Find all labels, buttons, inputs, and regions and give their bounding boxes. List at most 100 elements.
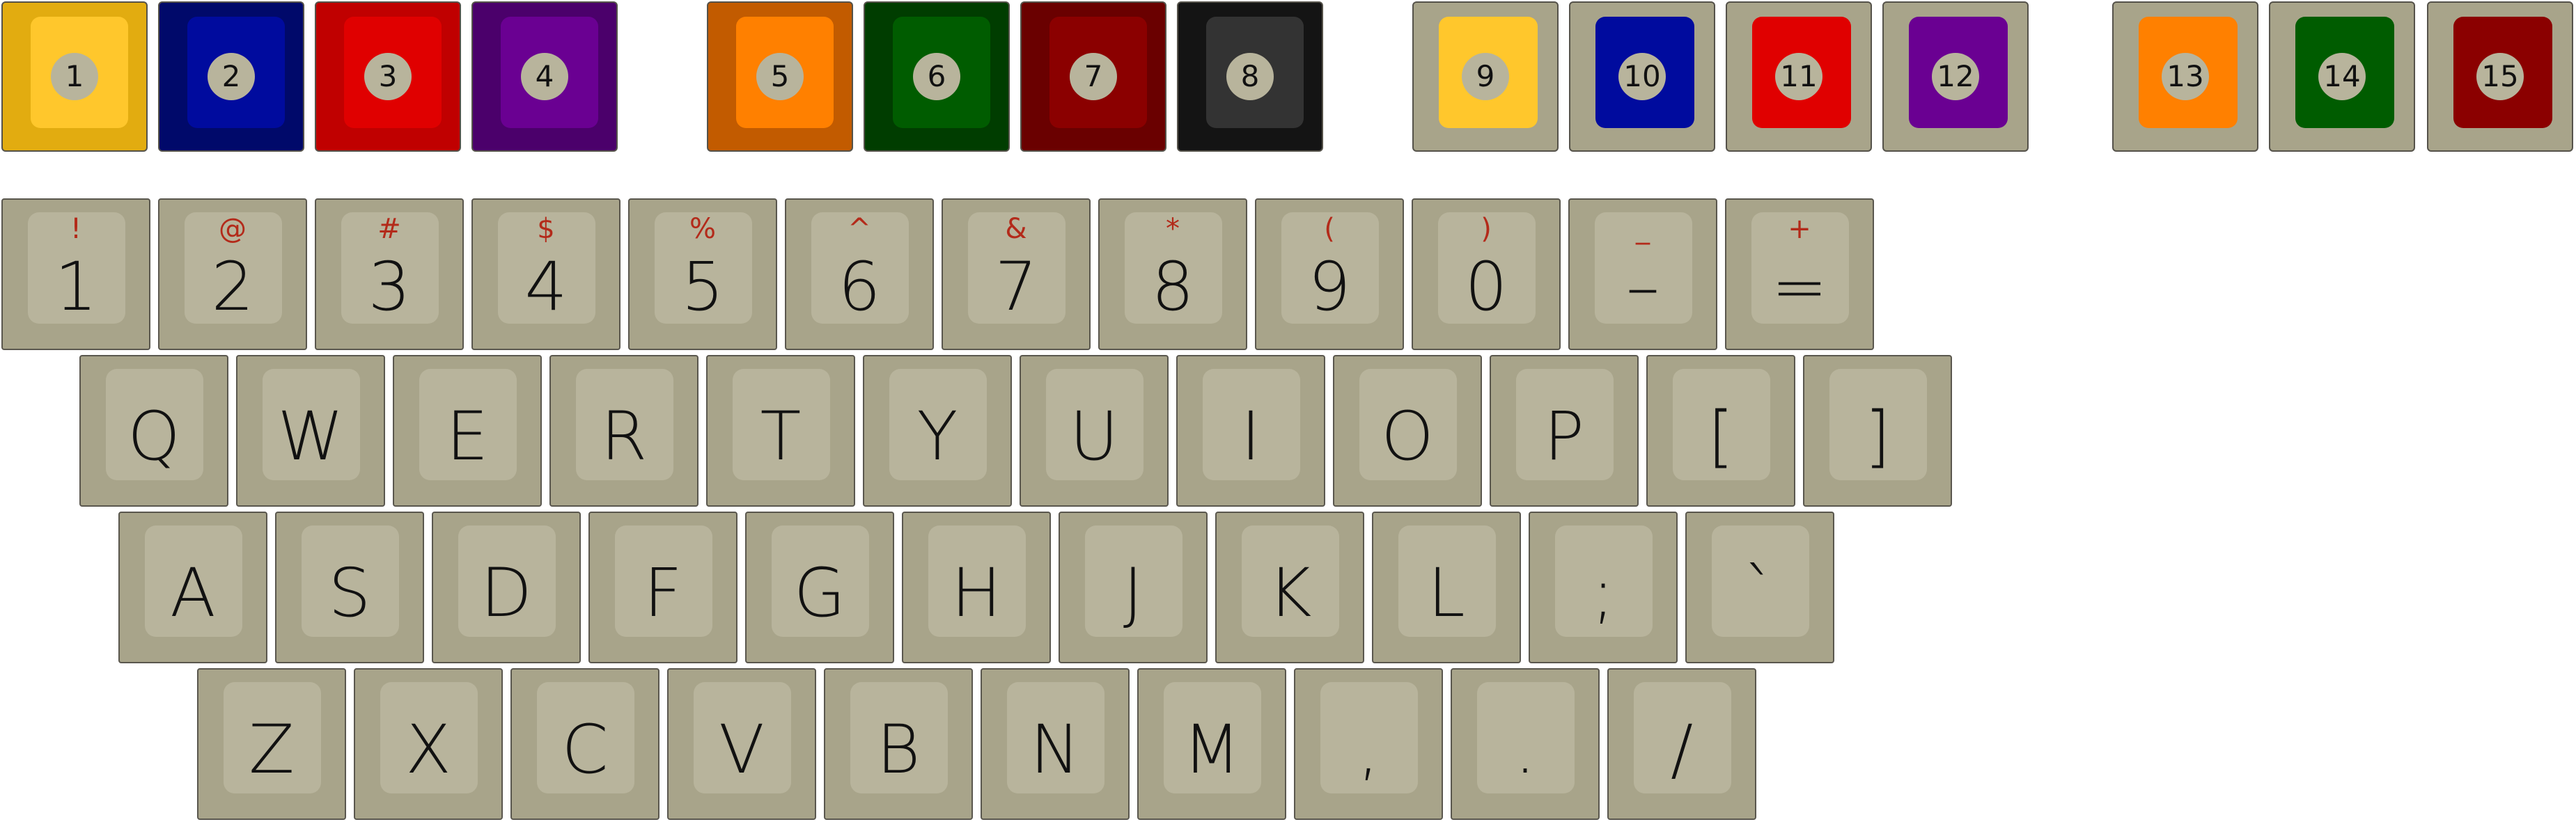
ball-key-10[interactable]: 10 <box>1569 1 1715 152</box>
key-7[interactable]: & 7 <box>942 198 1091 350</box>
ball-number: 2 <box>208 53 255 100</box>
ball-key-11[interactable]: 11 <box>1726 1 1872 152</box>
key-left-bracket[interactable]: [ <box>1646 355 1795 507</box>
key-o[interactable]: O <box>1333 355 1482 507</box>
key-j[interactable]: J <box>1059 512 1208 663</box>
key-6[interactable]: ^ 6 <box>785 198 934 350</box>
key-semicolon[interactable]: ; <box>1529 512 1678 663</box>
ball-key-15[interactable]: 15 <box>2427 1 2573 152</box>
key-legend: O <box>1381 397 1434 475</box>
shift-legend: ^ <box>848 213 871 245</box>
ball-key-9[interactable]: 9 <box>1412 1 1559 152</box>
shift-legend: ! <box>70 213 82 245</box>
ball-key-4[interactable]: 4 <box>471 1 618 152</box>
ball-number: 8 <box>1226 53 1274 100</box>
key-legend: , <box>1357 711 1380 789</box>
key-u[interactable]: U <box>1020 355 1169 507</box>
key-legend: Z <box>249 711 295 789</box>
key-equals[interactable]: + = <box>1725 198 1874 350</box>
ball-number: 5 <box>756 53 804 100</box>
key-legend: 6 <box>838 248 881 326</box>
key-legend: 8 <box>1151 248 1194 326</box>
key-g[interactable]: G <box>745 512 894 663</box>
ball-key-1[interactable]: 1 <box>1 1 148 152</box>
key-legend: T <box>760 397 802 475</box>
ball-number: 15 <box>2476 53 2524 100</box>
shift-legend: * <box>1166 213 1180 245</box>
key-y[interactable]: Y <box>863 355 1012 507</box>
key-minus[interactable]: _ – <box>1568 198 1717 350</box>
key-d[interactable]: D <box>432 512 581 663</box>
key-legend: A <box>170 554 216 632</box>
key-t[interactable]: T <box>706 355 855 507</box>
key-f[interactable]: F <box>588 512 737 663</box>
ball-number: 12 <box>1932 53 1979 100</box>
key-p[interactable]: P <box>1490 355 1639 507</box>
key-e[interactable]: E <box>393 355 542 507</box>
key-legend: U <box>1069 397 1119 475</box>
key-legend: [ <box>1708 397 1734 475</box>
ball-key-6[interactable]: 6 <box>864 1 1010 152</box>
key-r[interactable]: R <box>549 355 698 507</box>
ball-key-7[interactable]: 7 <box>1020 1 1166 152</box>
shift-legend: + <box>1788 213 1811 245</box>
key-legend: Q <box>127 397 180 475</box>
ball-number: 7 <box>1070 53 1117 100</box>
key-legend: D <box>481 554 532 632</box>
key-0[interactable]: ) 0 <box>1412 198 1561 350</box>
ball-key-5[interactable]: 5 <box>707 1 853 152</box>
key-legend: ] <box>1864 397 1891 475</box>
ball-key-13[interactable]: 13 <box>2112 1 2258 152</box>
key-legend: F <box>643 554 682 632</box>
ball-number: 14 <box>2318 53 2366 100</box>
key-b[interactable]: B <box>824 668 973 820</box>
key-h[interactable]: H <box>902 512 1051 663</box>
key-legend: – <box>1626 248 1660 326</box>
key-2[interactable]: @2 <box>158 198 307 350</box>
key-legend: I <box>1240 397 1261 475</box>
key-legend: ; <box>1591 554 1615 632</box>
key-legend: R <box>600 397 648 475</box>
key-w[interactable]: W <box>236 355 385 507</box>
key-k[interactable]: K <box>1215 512 1364 663</box>
key-l[interactable]: L <box>1372 512 1521 663</box>
key-right-bracket[interactable]: ] <box>1803 355 1952 507</box>
key-a[interactable]: A <box>118 512 267 663</box>
key-m[interactable]: M <box>1137 668 1286 820</box>
key-q[interactable]: Q <box>79 355 228 507</box>
key-4[interactable]: $4 <box>471 198 620 350</box>
key-9[interactable]: (9 <box>1255 198 1404 350</box>
key-c[interactable]: C <box>510 668 659 820</box>
key-legend: L <box>1428 554 1465 632</box>
key-legend: V <box>719 711 765 789</box>
key-legend: B <box>876 711 921 789</box>
key-n[interactable]: N <box>981 668 1130 820</box>
ball-key-2[interactable]: 2 <box>158 1 304 152</box>
key-s[interactable]: S <box>275 512 424 663</box>
shift-legend: @ <box>219 213 247 245</box>
key-slash[interactable]: / <box>1607 668 1756 820</box>
key-legend: S <box>328 554 371 632</box>
key-x[interactable]: X <box>354 668 503 820</box>
key-i[interactable]: I <box>1176 355 1325 507</box>
ball-key-3[interactable]: 3 <box>315 1 461 152</box>
ball-number: 13 <box>2162 53 2209 100</box>
key-3[interactable]: #3 <box>315 198 464 350</box>
ball-key-14[interactable]: 14 <box>2269 1 2415 152</box>
key-z[interactable]: Z <box>197 668 346 820</box>
key-legend: = <box>1771 248 1828 326</box>
key-v[interactable]: V <box>667 668 816 820</box>
key-1[interactable]: ! 1 <box>1 198 150 350</box>
key-legend: 7 <box>994 248 1038 326</box>
ball-key-8[interactable]: 8 <box>1177 1 1323 152</box>
key-8[interactable]: * 8 <box>1098 198 1247 350</box>
ball-key-12[interactable]: 12 <box>1882 1 2029 152</box>
key-backtick[interactable]: ` <box>1685 512 1834 663</box>
key-legend: E <box>446 397 489 475</box>
key-comma[interactable]: , <box>1294 668 1443 820</box>
key-period[interactable]: . <box>1451 668 1600 820</box>
key-legend: 3 <box>368 248 411 326</box>
shift-legend: ( <box>1324 213 1335 245</box>
key-5[interactable]: % 5 <box>628 198 777 350</box>
key-legend: X <box>405 711 451 789</box>
